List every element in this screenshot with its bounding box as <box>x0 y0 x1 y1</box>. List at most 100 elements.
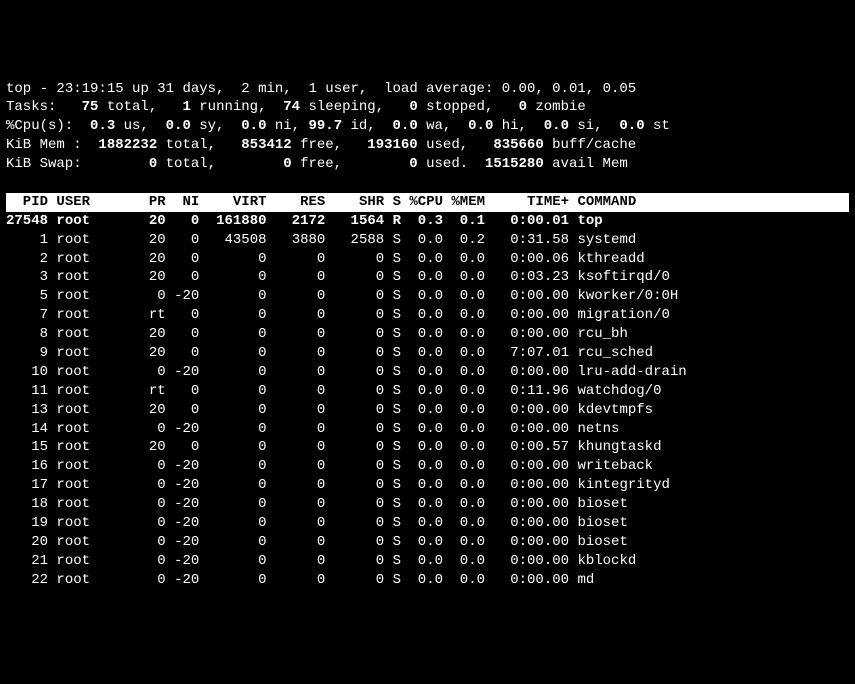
cell-time: 0:00.00 <box>493 534 569 550</box>
cell-cpu: 0.0 <box>409 534 443 550</box>
col-pid[interactable]: PID <box>6 194 48 210</box>
cell-res: 0 <box>275 251 325 267</box>
cell-ni: -20 <box>174 553 199 569</box>
cell-pid: 8 <box>6 326 48 342</box>
col-cpu[interactable]: %CPU <box>409 194 443 210</box>
cell-ni: 0 <box>174 402 199 418</box>
process-row[interactable]: 5 root 0 -20 0 0 0 S 0.0 0.0 0:00.00 kwo… <box>6 287 849 306</box>
col-shr[interactable]: SHR <box>334 194 384 210</box>
cell-time: 0:00.00 <box>493 307 569 323</box>
cell-mem: 0.0 <box>451 458 485 474</box>
process-row[interactable]: 27548 root 20 0 161880 2172 1564 R 0.3 0… <box>6 212 849 231</box>
process-row[interactable]: 22 root 0 -20 0 0 0 S 0.0 0.0 0:00.00 md <box>6 571 849 590</box>
cell-pid: 17 <box>6 477 48 493</box>
process-row[interactable]: 11 root rt 0 0 0 0 S 0.0 0.0 0:11.96 wat… <box>6 382 849 401</box>
cell-cmd: rcu_bh <box>577 326 728 342</box>
cell-time: 0:11.96 <box>493 383 569 399</box>
col-pr[interactable]: PR <box>140 194 165 210</box>
cell-cpu: 0.0 <box>409 439 443 455</box>
cell-user: root <box>56 496 132 512</box>
cell-shr: 1564 <box>334 213 384 229</box>
cell-user: root <box>56 421 132 437</box>
cell-ni: -20 <box>174 364 199 380</box>
cell-pid: 22 <box>6 572 48 588</box>
cell-user: root <box>56 288 132 304</box>
cell-time: 0:00.57 <box>493 439 569 455</box>
process-row[interactable]: 1 root 20 0 43508 3880 2588 S 0.0 0.2 0:… <box>6 231 849 250</box>
cell-virt: 0 <box>208 345 267 361</box>
cell-ni: 0 <box>174 383 199 399</box>
cell-cmd: kdevtmpfs <box>577 402 728 418</box>
cell-pr: 20 <box>140 345 165 361</box>
cell-s: S <box>393 383 401 399</box>
cpu-si: 0.0 <box>544 118 578 134</box>
cell-ni: 0 <box>174 251 199 267</box>
cell-time: 0:00.06 <box>493 251 569 267</box>
col-command[interactable]: COMMAND <box>577 194 728 210</box>
process-row[interactable]: 13 root 20 0 0 0 0 S 0.0 0.0 0:00.00 kde… <box>6 401 849 420</box>
cell-s: S <box>393 326 401 342</box>
col-s[interactable]: S <box>393 194 401 210</box>
time: 23:19:15 <box>56 81 123 97</box>
cell-pid: 7 <box>6 307 48 323</box>
cell-user: root <box>56 439 132 455</box>
cell-res: 0 <box>275 345 325 361</box>
load-average: 0.00, 0.01, 0.05 <box>502 81 636 97</box>
col-ni[interactable]: NI <box>174 194 199 210</box>
cell-cpu: 0.0 <box>409 402 443 418</box>
col-time[interactable]: TIME+ <box>493 194 569 210</box>
cpu-id: 99.7 <box>308 118 350 134</box>
cell-shr: 0 <box>334 269 384 285</box>
process-row[interactable]: 2 root 20 0 0 0 0 S 0.0 0.0 0:00.06 kthr… <box>6 250 849 269</box>
col-virt[interactable]: VIRT <box>208 194 267 210</box>
column-header-row[interactable]: PID USER PR NI VIRT RES SHR S %CPU %MEM … <box>6 193 849 212</box>
swap-avail: 1515280 <box>485 156 552 172</box>
process-row[interactable]: 8 root 20 0 0 0 0 S 0.0 0.0 0:00.00 rcu_… <box>6 325 849 344</box>
cell-cmd: bioset <box>577 534 728 550</box>
cell-user: root <box>56 534 132 550</box>
col-res[interactable]: RES <box>275 194 325 210</box>
process-row[interactable]: 20 root 0 -20 0 0 0 S 0.0 0.0 0:00.00 bi… <box>6 533 849 552</box>
process-row[interactable]: 9 root 20 0 0 0 0 S 0.0 0.0 7:07.01 rcu_… <box>6 344 849 363</box>
cell-mem: 0.0 <box>451 402 485 418</box>
cell-res: 0 <box>275 515 325 531</box>
process-row[interactable]: 19 root 0 -20 0 0 0 S 0.0 0.0 0:00.00 bi… <box>6 514 849 533</box>
cell-virt: 0 <box>208 477 267 493</box>
cell-cpu: 0.0 <box>409 232 443 248</box>
top-terminal[interactable]: top - 23:19:15 up 31 days, 2 min, 1 user… <box>6 80 849 590</box>
cell-s: S <box>393 572 401 588</box>
cell-virt: 161880 <box>208 213 267 229</box>
cell-cmd: khungtaskd <box>577 439 728 455</box>
cell-shr: 0 <box>334 383 384 399</box>
col-user[interactable]: USER <box>56 194 132 210</box>
col-mem[interactable]: %MEM <box>451 194 485 210</box>
process-row[interactable]: 7 root rt 0 0 0 0 S 0.0 0.0 0:00.00 migr… <box>6 306 849 325</box>
process-row[interactable]: 18 root 0 -20 0 0 0 S 0.0 0.0 0:00.00 bi… <box>6 495 849 514</box>
cell-s: S <box>393 345 401 361</box>
cell-ni: -20 <box>174 534 199 550</box>
cell-cpu: 0.0 <box>409 383 443 399</box>
cell-cmd: kthreadd <box>577 251 728 267</box>
summary-tasks: Tasks: 75 total, 1 running, 74 sleeping,… <box>6 98 849 117</box>
cell-shr: 0 <box>334 572 384 588</box>
cell-ni: 0 <box>174 213 199 229</box>
process-row[interactable]: 15 root 20 0 0 0 0 S 0.0 0.0 0:00.57 khu… <box>6 438 849 457</box>
cell-mem: 0.1 <box>451 213 485 229</box>
cell-s: S <box>393 232 401 248</box>
cell-pid: 16 <box>6 458 48 474</box>
process-row[interactable]: 21 root 0 -20 0 0 0 S 0.0 0.0 0:00.00 kb… <box>6 552 849 571</box>
process-row[interactable]: 16 root 0 -20 0 0 0 S 0.0 0.0 0:00.00 wr… <box>6 457 849 476</box>
cell-res: 0 <box>275 288 325 304</box>
cell-pr: 20 <box>140 402 165 418</box>
cell-ni: 0 <box>174 326 199 342</box>
process-row[interactable]: 17 root 0 -20 0 0 0 S 0.0 0.0 0:00.00 ki… <box>6 476 849 495</box>
process-row[interactable]: 3 root 20 0 0 0 0 S 0.0 0.0 0:03.23 ksof… <box>6 268 849 287</box>
cell-res: 0 <box>275 477 325 493</box>
process-row[interactable]: 14 root 0 -20 0 0 0 S 0.0 0.0 0:00.00 ne… <box>6 420 849 439</box>
cell-time: 0:31.58 <box>493 232 569 248</box>
cell-user: root <box>56 402 132 418</box>
cell-pr: 0 <box>140 534 165 550</box>
process-row[interactable]: 10 root 0 -20 0 0 0 S 0.0 0.0 0:00.00 lr… <box>6 363 849 382</box>
cell-cmd: kworker/0:0H <box>577 288 728 304</box>
cell-cmd: systemd <box>577 232 728 248</box>
